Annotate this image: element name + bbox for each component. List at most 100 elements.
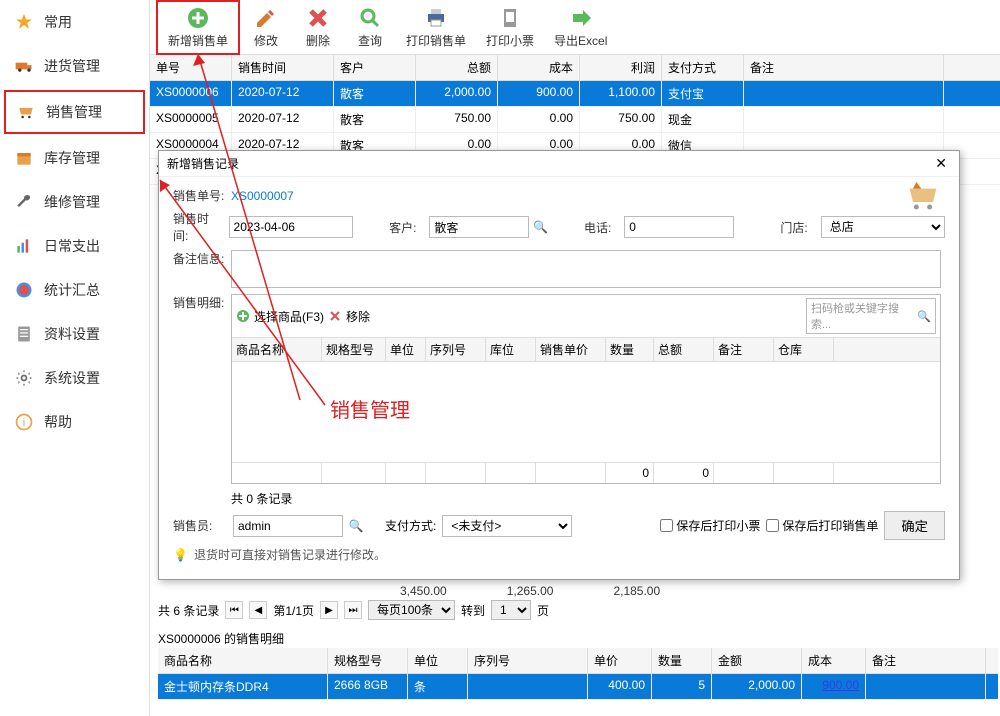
- sidebar-item-purchase[interactable]: 进货管理: [0, 44, 149, 88]
- prev-page-button[interactable]: ◀: [249, 601, 267, 619]
- paymethod-label: 支付方式:: [385, 517, 436, 534]
- new-sales-button[interactable]: 新增销售单: [156, 0, 240, 55]
- first-page-button[interactable]: ⏮: [225, 601, 243, 619]
- box-icon: [14, 148, 34, 168]
- col-cost[interactable]: 成本: [498, 55, 580, 80]
- col-remark[interactable]: 备注: [744, 55, 944, 80]
- sidebar-label: 销售管理: [46, 102, 102, 122]
- arrow-icon: [569, 6, 593, 30]
- svg-text:i: i: [23, 417, 25, 429]
- hint-text: 退货时可直接对销售记录进行修改。: [194, 546, 386, 563]
- info-icon: i: [14, 412, 34, 432]
- col-payment[interactable]: 支付方式: [662, 55, 744, 80]
- phone-input[interactable]: [624, 216, 734, 238]
- bars-icon: [14, 236, 34, 256]
- remove-small-icon[interactable]: [328, 309, 342, 323]
- remark-label: 备注信息:: [173, 250, 227, 267]
- star-icon: [14, 12, 34, 32]
- detail-grid: 商品名称规格型号单位序列号单价数量金额成本备注 金士顿内存条DDR42666 8…: [158, 648, 998, 700]
- sidebar-item-stock[interactable]: 库存管理: [0, 136, 149, 180]
- delete-button[interactable]: 删除: [292, 2, 344, 53]
- paymethod-select[interactable]: <未支付>: [442, 515, 572, 537]
- sidebar: 常用 进货管理 销售管理 库存管理 维修管理 日常支出 统计汇总 资料设置 系统…: [0, 0, 150, 716]
- tool-label: 查询: [358, 32, 382, 49]
- time-input[interactable]: [229, 216, 353, 238]
- goto-label: 转到: [461, 602, 485, 619]
- sidebar-label: 资料设置: [44, 324, 100, 344]
- table-row[interactable]: XS00000062020-07-12散客2,000.00900.001,100…: [150, 81, 1000, 107]
- product-search-input[interactable]: 扫码枪或关键字搜索...🔍: [806, 298, 936, 334]
- col-order[interactable]: 单号: [150, 55, 232, 80]
- salesman-label: 销售员:: [173, 517, 227, 534]
- sidebar-label: 常用: [44, 12, 72, 32]
- close-icon[interactable]: ✕: [931, 155, 951, 172]
- sidebar-item-common[interactable]: 常用: [0, 0, 149, 44]
- search-icon[interactable]: 🔍: [533, 220, 547, 234]
- edit-button[interactable]: 修改: [240, 2, 292, 53]
- tool-label: 新增销售单: [168, 32, 228, 49]
- plus-icon: [186, 6, 210, 30]
- tool-label: 导出Excel: [554, 32, 607, 49]
- print-order-button[interactable]: 打印销售单: [396, 2, 476, 53]
- plus-small-icon[interactable]: [236, 309, 250, 323]
- clock-icon: [14, 280, 34, 300]
- phone-label: 电话:: [584, 219, 620, 236]
- select-product-button[interactable]: 选择商品(F3): [254, 308, 324, 325]
- sidebar-label: 系统设置: [44, 368, 100, 388]
- dialog-title-text: 新增销售记录: [167, 155, 239, 172]
- col-time[interactable]: 销售时间: [232, 55, 334, 80]
- detail-label: 销售明细:: [173, 294, 227, 311]
- dialog-titlebar: 新增销售记录 ✕: [159, 151, 959, 177]
- print-receipt-button[interactable]: 打印小票: [476, 2, 544, 53]
- cart-big-icon: [901, 177, 945, 220]
- tool-label: 打印小票: [486, 32, 534, 49]
- salesman-input[interactable]: [233, 515, 343, 537]
- sidebar-item-system[interactable]: 系统设置: [0, 356, 149, 400]
- doc-icon: [14, 324, 34, 344]
- records-count: 共 0 条记录: [231, 490, 945, 507]
- gear-icon: [14, 368, 34, 388]
- search-icon[interactable]: 🔍: [349, 519, 363, 533]
- col-total[interactable]: 总额: [416, 55, 498, 80]
- print-receipt-checkbox[interactable]: 保存后打印小票: [660, 517, 760, 534]
- tool-label: 删除: [306, 32, 330, 49]
- page-info: 第1/1页: [273, 602, 314, 619]
- sidebar-label: 进货管理: [44, 56, 100, 76]
- order-no-label: 销售单号:: [173, 187, 227, 204]
- next-page-button[interactable]: ▶: [320, 601, 338, 619]
- sidebar-item-expense[interactable]: 日常支出: [0, 224, 149, 268]
- detail-box: 选择商品(F3) 移除 扫码枪或关键字搜索...🔍 商品名称规格型号单位序列号库…: [231, 294, 941, 484]
- perpage-select[interactable]: 每页100条: [368, 600, 455, 620]
- print-order-checkbox[interactable]: 保存后打印销售单: [766, 517, 878, 534]
- receipt-icon: [498, 6, 522, 30]
- pager: 共 6 条记录 ⏮ ◀ 第1/1页 ▶ ⏭ 每页100条 转到 1 页: [158, 600, 549, 620]
- customer-input[interactable]: [429, 216, 529, 238]
- customer-label: 客户:: [389, 219, 425, 236]
- pencil-icon: [254, 6, 278, 30]
- pager-count: 共 6 条记录: [158, 602, 219, 619]
- page-suffix: 页: [537, 602, 549, 619]
- table-row[interactable]: XS00000052020-07-12散客750.000.00750.00现金: [150, 107, 1000, 133]
- sidebar-item-help[interactable]: i 帮助: [0, 400, 149, 444]
- x-icon: [306, 6, 330, 30]
- remove-button[interactable]: 移除: [346, 308, 370, 325]
- toolbar: 新增销售单 修改 删除 查询 打印销售单 打印小票 导出Excel: [150, 0, 1000, 55]
- sidebar-item-data[interactable]: 资料设置: [0, 312, 149, 356]
- search-button[interactable]: 查询: [344, 2, 396, 53]
- remark-textarea[interactable]: [231, 250, 941, 288]
- export-excel-button[interactable]: 导出Excel: [544, 2, 617, 53]
- new-sales-dialog: 新增销售记录 ✕ 销售单号: XS0000007 销售时间: 客户: 🔍 电话:…: [158, 150, 960, 580]
- sidebar-label: 库存管理: [44, 148, 100, 168]
- sidebar-item-sales[interactable]: 销售管理: [4, 90, 145, 134]
- sidebar-item-repair[interactable]: 维修管理: [0, 180, 149, 224]
- truck-icon: [14, 56, 34, 76]
- last-page-button[interactable]: ⏭: [344, 601, 362, 619]
- col-customer[interactable]: 客户: [334, 55, 416, 80]
- search-icon: [358, 6, 382, 30]
- bulb-icon: 💡: [173, 548, 188, 562]
- goto-select[interactable]: 1: [491, 600, 531, 620]
- sidebar-item-stats[interactable]: 统计汇总: [0, 268, 149, 312]
- confirm-button[interactable]: 确定: [884, 511, 945, 540]
- col-profit[interactable]: 利润: [580, 55, 662, 80]
- detail-title: XS0000006 的销售明细: [158, 630, 284, 647]
